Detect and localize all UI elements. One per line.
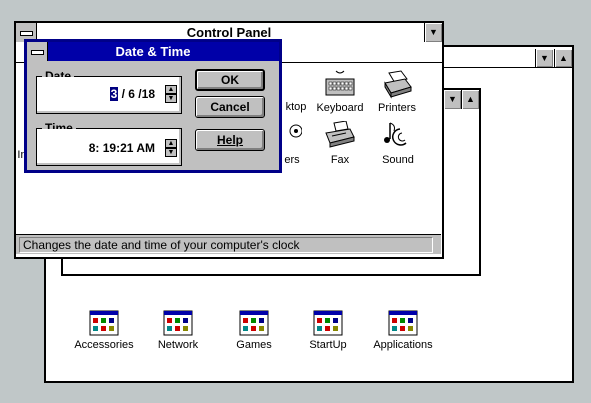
group-icon-accessories[interactable]: Accessories	[72, 310, 136, 351]
time-field[interactable]: 8: 19:21 AM ▲ ▼	[37, 129, 179, 163]
control-panel-minimize-button[interactable]: ▼	[424, 23, 442, 42]
date-value[interactable]: 3 / 6 /18	[109, 87, 155, 101]
date-month-selected[interactable]: 3	[109, 87, 119, 101]
time-down-arrow[interactable]: ▼	[165, 148, 177, 157]
control-panel-title: Control Panel	[186, 25, 272, 40]
time-value[interactable]: 8: 19:21 AM	[89, 141, 155, 155]
desktop-label: ktop	[285, 101, 307, 113]
dialog-titlebar: Date & Time	[27, 42, 279, 61]
date-spinner[interactable]: ▲ ▼	[165, 85, 177, 103]
ok-button[interactable]: OK	[195, 69, 265, 91]
printers-icon-item[interactable]: Printers	[372, 69, 422, 114]
program-group-icon	[313, 310, 343, 336]
sound-icon	[384, 122, 407, 146]
fax-label: Fax	[330, 154, 350, 166]
program-group-icon	[163, 310, 193, 336]
time-spinner[interactable]: ▲ ▼	[165, 139, 177, 157]
dialog-system-menu[interactable]	[27, 42, 48, 61]
printer-icon	[384, 70, 412, 99]
drivers-label: ers	[284, 154, 300, 166]
group-label: Games	[236, 339, 272, 351]
drivers-icon	[289, 124, 302, 138]
fax-icon	[325, 121, 355, 148]
group-icon-games[interactable]: Games	[224, 310, 284, 351]
control-panel-statusbar: Changes the date and time of your comput…	[16, 234, 441, 254]
date-time-dialog: Date & Time Date 3 / 6 /18 ▲ ▼ Time 8: 1…	[24, 39, 282, 173]
keyboard-icon	[325, 70, 355, 96]
date-group: Date 3 / 6 /18 ▲ ▼	[36, 69, 182, 114]
status-text: Changes the date and time of your comput…	[19, 237, 433, 253]
group-maximize-button[interactable]: ▲	[461, 90, 479, 109]
printers-label: Printers	[378, 102, 416, 114]
sound-icon-item[interactable]: Sound	[376, 121, 420, 166]
fax-icon-item[interactable]: Fax	[322, 121, 358, 166]
group-icon-startup[interactable]: StartUp	[298, 310, 358, 351]
program-group-icon	[388, 310, 418, 336]
program-group-icon	[239, 310, 269, 336]
dropdown-button[interactable]: ▼	[535, 49, 553, 67]
group-icon-network[interactable]: Network	[148, 310, 208, 351]
dialog-title: Date & Time	[115, 44, 191, 59]
keyboard-label: Keyboard	[316, 102, 364, 114]
maximize-button[interactable]: ▲	[554, 49, 572, 67]
date-up-arrow[interactable]: ▲	[165, 85, 177, 94]
date-rest: / 6 /18	[118, 87, 155, 101]
group-label: Accessories	[74, 339, 134, 351]
desktop-icon-item[interactable]: ktop	[278, 69, 314, 113]
group-minimize-button[interactable]: ▼	[443, 90, 461, 109]
group-label: Network	[157, 339, 199, 351]
time-group: Time 8: 19:21 AM ▲ ▼	[36, 121, 182, 166]
time-up-arrow[interactable]: ▲	[165, 139, 177, 148]
date-down-arrow[interactable]: ▼	[165, 94, 177, 103]
keyboard-icon-item[interactable]: Keyboard	[312, 69, 368, 114]
group-label: Applications	[373, 339, 433, 351]
program-group-icon	[89, 310, 119, 336]
group-label: StartUp	[309, 339, 347, 351]
sound-label: Sound	[382, 154, 414, 166]
group-icon-applications[interactable]: Applications	[370, 310, 436, 351]
date-field[interactable]: 3 / 6 /18 ▲ ▼	[37, 77, 179, 111]
cancel-button[interactable]: Cancel	[195, 96, 265, 118]
help-button[interactable]: Help	[195, 129, 265, 151]
